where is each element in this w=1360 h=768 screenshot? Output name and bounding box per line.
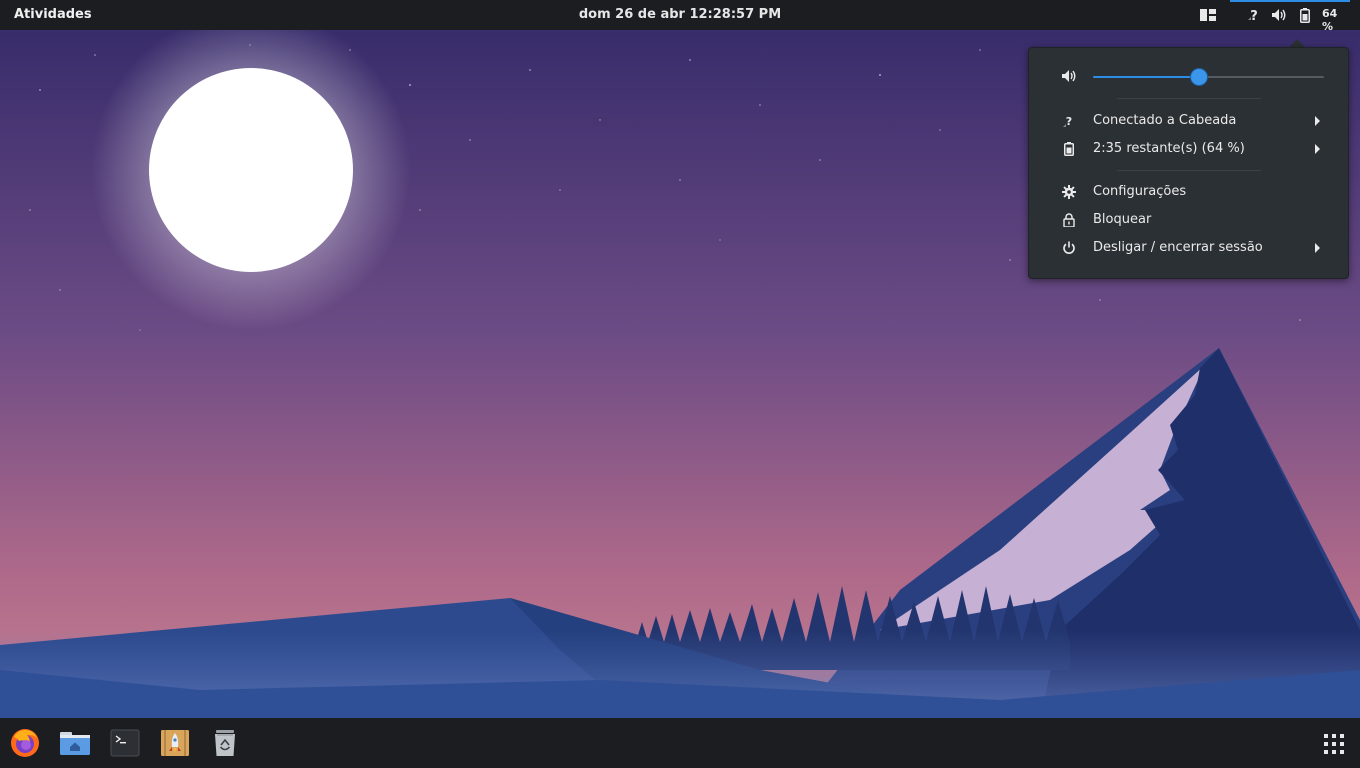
network-question-icon: ? [1061, 113, 1077, 129]
submenu-arrow-icon [1315, 243, 1320, 253]
home-folder-icon[interactable] [59, 727, 91, 759]
lock-label: Bloquear [1093, 212, 1152, 227]
submenu-arrow-icon [1315, 144, 1320, 154]
trash-icon[interactable] [209, 727, 241, 759]
power-label: Desligar / encerrar sessão [1093, 240, 1263, 255]
speaker-icon [1270, 6, 1288, 24]
system-menu: ? Conectado a Cabeada 2:35 restante(s) (… [1028, 47, 1349, 279]
battery-icon [1296, 6, 1314, 24]
battery-menu-item[interactable]: 2:35 restante(s) (64 %) [1029, 136, 1348, 162]
submenu-arrow-icon [1315, 116, 1320, 126]
power-menu-item[interactable]: Desligar / encerrar sessão [1029, 235, 1348, 261]
battery-icon [1061, 141, 1077, 157]
terminal-icon[interactable] [109, 727, 141, 759]
moon [149, 68, 353, 272]
clock-button[interactable]: dom 26 de abr 12:28:57 PM [579, 7, 781, 22]
apps-grid-icon[interactable] [1324, 734, 1344, 754]
battery-percent: 64 % [1322, 7, 1338, 33]
power-icon [1061, 240, 1077, 256]
network-question-icon: ? [1245, 6, 1263, 24]
volume-fill [1093, 76, 1200, 78]
firefox-icon[interactable] [9, 727, 41, 759]
top-bar: Atividades dom 26 de abr 12:28:57 PM ? 6… [0, 0, 1360, 33]
volume-slider-handle[interactable] [1191, 69, 1208, 85]
volume-slider[interactable] [1093, 69, 1324, 85]
active-indicator [1230, 0, 1350, 2]
menu-separator [1117, 98, 1261, 99]
svg-text:?: ? [1250, 9, 1258, 22]
network-label: Conectado a Cabeada [1093, 113, 1237, 128]
volume-row [1029, 64, 1348, 90]
archive-rocket-icon[interactable] [159, 727, 191, 759]
lock-icon [1061, 212, 1077, 228]
window-layout-icon[interactable] [1199, 6, 1217, 24]
battery-label: 2:35 restante(s) (64 %) [1093, 141, 1245, 156]
svg-text:?: ? [1066, 115, 1072, 128]
speaker-icon [1061, 69, 1077, 87]
gear-icon [1061, 184, 1077, 200]
dock [0, 718, 1360, 768]
settings-label: Configurações [1093, 184, 1187, 199]
settings-menu-item[interactable]: Configurações [1029, 179, 1348, 205]
system-status-button[interactable]: ? 64 % [1230, 0, 1350, 33]
network-menu-item[interactable]: ? Conectado a Cabeada [1029, 108, 1348, 134]
lock-menu-item[interactable]: Bloquear [1029, 207, 1348, 233]
menu-separator [1117, 170, 1261, 171]
activities-button[interactable]: Atividades [14, 7, 92, 22]
